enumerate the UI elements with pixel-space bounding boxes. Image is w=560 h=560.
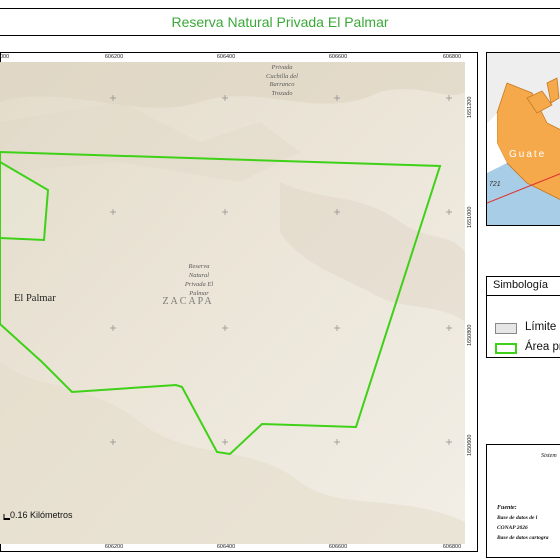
department-label: ZACAPA xyxy=(162,296,214,307)
y-tick-label-right: 1650800 xyxy=(467,324,473,346)
legend-title: Simbología xyxy=(493,279,549,291)
source-line: Base de datos de l xyxy=(497,515,538,521)
place-label: El Palmar xyxy=(14,293,56,304)
label-line: Barranco xyxy=(269,81,295,88)
inset-canvas xyxy=(487,53,560,225)
y-tick-label-right: 1650600 xyxy=(467,434,473,456)
label-line: Privada xyxy=(271,64,293,71)
legend-divider xyxy=(487,295,560,296)
inset-country-label: Guate xyxy=(509,149,547,160)
inset-map[interactable]: Guate 721 xyxy=(486,52,560,226)
legend-label: Área pr xyxy=(525,341,560,353)
source-title: Fuente: xyxy=(497,505,517,511)
title-bar: Reserva Natural Privada El Palmar xyxy=(0,8,560,36)
x-tick-label-bottom: 606800 xyxy=(442,544,462,550)
x-tick-label-top: 606200 xyxy=(104,54,124,60)
source-line: CONAP 2026 xyxy=(497,525,528,531)
reserve-main-label: Reserva Natural Privada El Palmar xyxy=(172,262,226,298)
x-tick-label-top: 606600 xyxy=(328,54,348,60)
label-line: Privada El xyxy=(184,281,214,288)
legend-swatch xyxy=(495,343,517,354)
map-canvas xyxy=(0,62,465,544)
label-line: Natural xyxy=(188,272,210,279)
reserve-north-label: Privada Cuchilla del Barranco Trozado xyxy=(252,64,312,98)
label-line: Trozado xyxy=(271,89,293,97)
inset-number-label: 721 xyxy=(489,181,501,188)
x-tick-label-bottom: 606200 xyxy=(104,544,124,550)
y-tick-label-right: 1651200 xyxy=(467,96,473,118)
source-line: Base de datos cartogra xyxy=(497,535,549,541)
x-tick-label-bottom: 606400 xyxy=(216,544,236,550)
x-tick-label-top: 606400 xyxy=(216,54,236,60)
system-label: Sistem xyxy=(541,453,557,459)
x-tick-label-top: 606800 xyxy=(442,54,462,60)
main-map[interactable] xyxy=(0,62,465,544)
legend-label: Límite xyxy=(525,321,557,333)
x-tick-label-top: 606000 xyxy=(0,54,10,60)
label-line: Reserva xyxy=(188,263,210,270)
y-tick-label-right: 1651000 xyxy=(467,206,473,228)
legend-swatch xyxy=(495,323,517,334)
notes-box: Sistem Fuente: Base de datos de l CONAP … xyxy=(486,444,560,558)
scale-label: 0.16 Kilómetros xyxy=(10,510,73,520)
x-tick-label-bottom: 606600 xyxy=(328,544,348,550)
legend: Simbología Límite Área pr xyxy=(486,276,560,358)
label-line: Cuchilla del xyxy=(266,72,298,80)
map-title: Reserva Natural Privada El Palmar xyxy=(171,14,389,30)
